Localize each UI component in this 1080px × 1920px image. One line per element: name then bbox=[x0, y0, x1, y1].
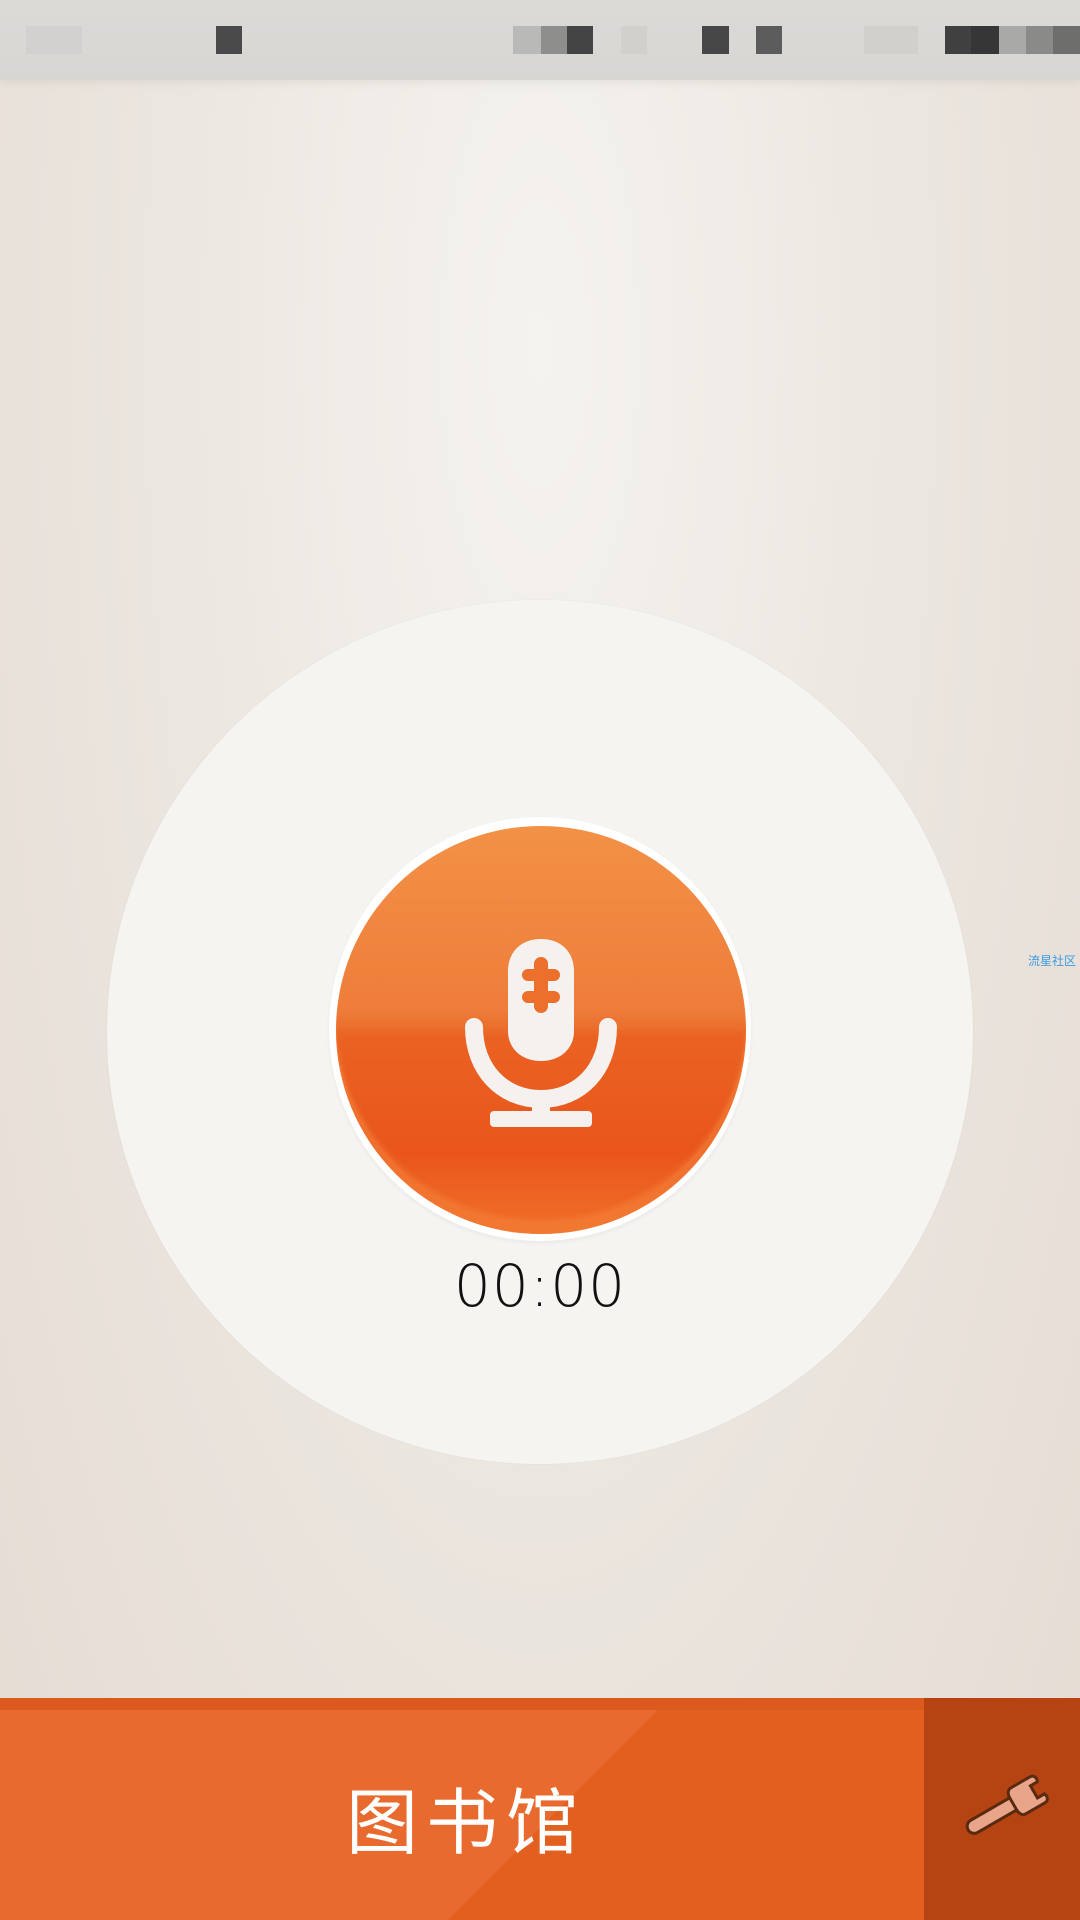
status-bar-pixelated-icon bbox=[702, 26, 729, 54]
status-bar-pixelated-icon bbox=[1053, 26, 1080, 54]
wrench-icon bbox=[965, 1774, 1049, 1835]
library-button-topline bbox=[0, 1698, 924, 1710]
recording-timer: 00:00 bbox=[453, 1252, 627, 1320]
status-bar-pixelated-icon bbox=[26, 26, 82, 54]
status-bar-pixelated-icon bbox=[216, 26, 242, 54]
status-bar-pixelated-icon bbox=[513, 26, 541, 54]
watermark-text: 流星社区 bbox=[1028, 954, 1077, 968]
microphone-icon bbox=[465, 939, 617, 1127]
status-bar bbox=[0, 0, 1080, 80]
voice-recorder-screen: 00:00 流星社区 图书馆 bbox=[0, 0, 1080, 1920]
record-button[interactable] bbox=[336, 826, 746, 1234]
status-bar-pixelated-icon bbox=[567, 26, 593, 54]
library-button[interactable]: 图书馆 bbox=[0, 1698, 924, 1920]
status-bar-pixelated-icon bbox=[1026, 26, 1053, 54]
status-bar-pixelated-icon bbox=[756, 26, 782, 54]
settings-button[interactable] bbox=[924, 1698, 1080, 1920]
status-bar-pixelated-icon bbox=[541, 26, 567, 54]
status-bar-pixelated-icon bbox=[971, 26, 999, 54]
status-bar-pixelated-icon bbox=[999, 26, 1026, 54]
library-label: 图书馆 bbox=[345, 1781, 586, 1865]
status-bar-pixelated-icon bbox=[945, 26, 971, 54]
status-bar-pixelated-icon bbox=[864, 26, 918, 54]
status-bar-pixelated-icon bbox=[621, 26, 647, 54]
bottom-bar: 图书馆 bbox=[0, 1698, 1080, 1920]
